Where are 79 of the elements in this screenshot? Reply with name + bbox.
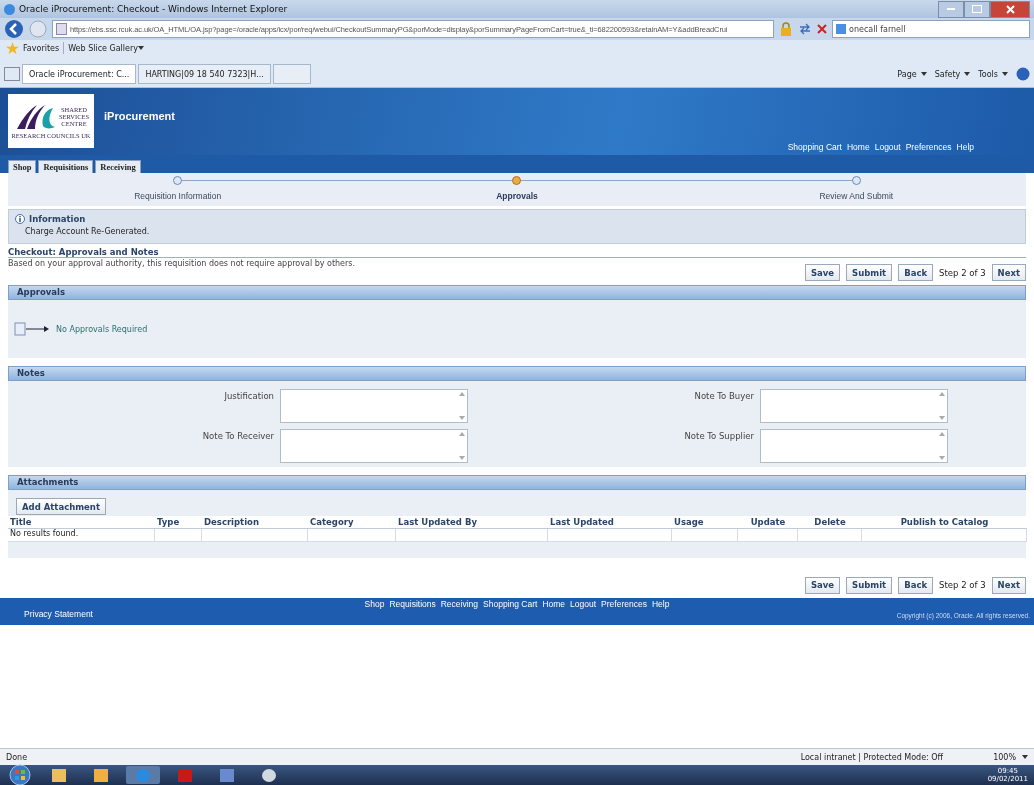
- web-slice-link[interactable]: Web Slice Gallery: [68, 43, 138, 53]
- back-icon[interactable]: [4, 19, 24, 39]
- caret-icon[interactable]: [920, 72, 927, 76]
- footer-link[interactable]: Requisitions: [389, 599, 436, 609]
- command-menu[interactable]: Safety: [934, 69, 961, 79]
- privacy-link[interactable]: Privacy Statement: [24, 609, 93, 619]
- minimize-button[interactable]: [938, 0, 964, 18]
- caret-icon[interactable]: [1002, 72, 1008, 76]
- close-button[interactable]: [990, 0, 1030, 18]
- command-menu[interactable]: Tools: [978, 69, 998, 79]
- note-label: Note To Buyer: [693, 391, 754, 401]
- info-icon: [15, 214, 25, 224]
- step-count: Step 2 of 3: [939, 267, 986, 278]
- app-name: iProcurement: [104, 110, 175, 122]
- zoom-level[interactable]: 100%: [993, 752, 1016, 762]
- footer-link[interactable]: Logout: [570, 599, 597, 609]
- global-link[interactable]: Logout: [874, 142, 901, 152]
- global-link[interactable]: Shopping Cart: [787, 142, 842, 152]
- search-field[interactable]: onecall farnell: [832, 20, 1030, 38]
- command-menu[interactable]: Page: [897, 69, 917, 79]
- browser-tab[interactable]: HARTING|09 18 540 7323|H...: [138, 64, 271, 84]
- stop-icon[interactable]: [817, 24, 827, 34]
- next-button[interactable]: Next: [991, 264, 1026, 281]
- note-field[interactable]: [760, 389, 948, 423]
- step-label[interactable]: Requisition Information: [134, 191, 222, 201]
- close-icon[interactable]: [1005, 4, 1015, 14]
- global-link[interactable]: Home: [847, 142, 870, 152]
- footer-link[interactable]: Help: [651, 599, 670, 609]
- app-tab[interactable]: Shop: [8, 160, 37, 173]
- footer-link[interactable]: Home: [542, 599, 566, 609]
- favorites-button[interactable]: Favorites: [23, 43, 60, 53]
- app-tab[interactable]: Receiving: [95, 160, 141, 173]
- security-zone: Local intranet | Protected Mode: Off: [800, 752, 944, 762]
- refresh-icon[interactable]: [798, 23, 812, 35]
- step-count: Step 2 of 3: [939, 580, 986, 590]
- footer-link[interactable]: Shopping Cart: [483, 599, 538, 609]
- action-button[interactable]: Back: [898, 264, 934, 281]
- caret-icon[interactable]: [964, 72, 971, 76]
- step-label[interactable]: Approvals: [496, 191, 538, 201]
- footer-link[interactable]: Receiving: [440, 599, 479, 609]
- maximize-button[interactable]: [964, 0, 990, 18]
- approvals-message: No Approvals Required: [56, 324, 148, 334]
- page-description: Based on your approval authority, this requisition does not require approval by others.: [8, 259, 356, 268]
- note-field[interactable]: [280, 389, 468, 423]
- action-button[interactable]: Save: [804, 264, 841, 281]
- action-button[interactable]: Save: [804, 576, 841, 594]
- note-label: Note To Receiver: [201, 431, 274, 441]
- app-tab[interactable]: Requisitions: [38, 160, 94, 173]
- note-label: Justification: [223, 391, 274, 401]
- section-header: Approvals: [8, 285, 1026, 300]
- global-link[interactable]: Help: [956, 142, 974, 152]
- status-text: Done: [6, 752, 28, 762]
- window-title: Oracle iProcurement: Checkout - Windows Internet Explorer: [19, 4, 288, 14]
- star-icon[interactable]: [6, 41, 19, 55]
- action-button[interactable]: Submit: [846, 264, 893, 281]
- quick-tabs-icon[interactable]: [4, 67, 20, 81]
- table-cell: No results found.: [8, 529, 155, 542]
- section-header: Notes: [8, 366, 1026, 381]
- step-label[interactable]: Review And Submit: [819, 191, 894, 201]
- note-field[interactable]: [280, 429, 468, 463]
- browser-tab[interactable]: Oracle iProcurement: C...: [22, 64, 137, 84]
- footer-link[interactable]: Preferences: [601, 599, 647, 609]
- add-attachment-button[interactable]: Add Attachment: [16, 498, 106, 515]
- caret-icon[interactable]: [1022, 755, 1028, 759]
- note-label: Note To Supplier: [683, 431, 754, 441]
- next-button[interactable]: Next: [991, 576, 1026, 594]
- caret-icon[interactable]: [138, 46, 144, 50]
- info-message: Charge Account Re-Generated.: [24, 227, 151, 236]
- page-title: Checkout: Approvals and Notes: [8, 247, 1026, 258]
- section-header: Attachments: [8, 475, 1026, 490]
- approval-flow-icon: [14, 322, 50, 336]
- info-title: Information: [29, 214, 86, 224]
- note-field[interactable]: [760, 429, 948, 463]
- lock-icon: [779, 22, 793, 36]
- footer-link[interactable]: Shop: [364, 599, 385, 609]
- global-link[interactable]: Preferences: [905, 142, 952, 152]
- action-button[interactable]: Back: [898, 576, 934, 594]
- start-button[interactable]: [6, 764, 34, 785]
- action-button[interactable]: Submit: [846, 576, 893, 594]
